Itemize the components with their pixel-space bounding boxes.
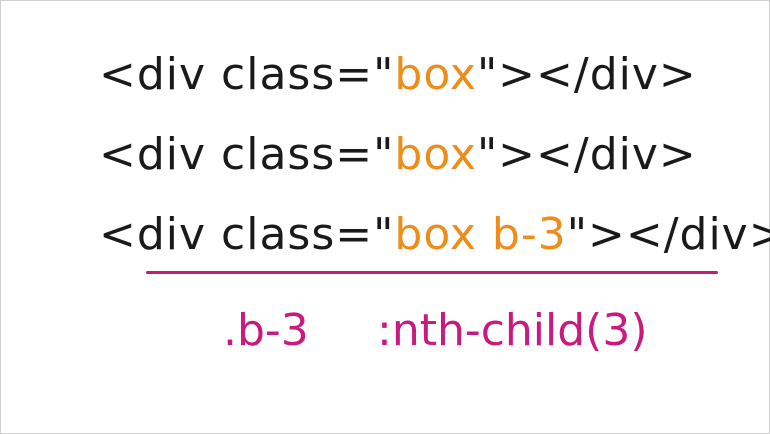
class-selector-text: .b-3 [223, 305, 309, 356]
html-line-3-class: box b-3 [394, 209, 567, 260]
divider-underline [146, 271, 718, 274]
html-line-2: <div class="box"></div> [99, 133, 697, 177]
html-line-2-class: box [394, 129, 477, 180]
html-line-2-open: <div class=" [99, 129, 395, 180]
html-line-3-open: <div class=" [99, 209, 395, 260]
whiteboard-slide: <div class="box"></div> <div class="box"… [0, 0, 770, 434]
html-line-1-close: "></div> [476, 49, 697, 100]
html-line-1-open: <div class=" [99, 49, 395, 100]
html-line-3: <div class="box b-3"></div> [99, 213, 770, 257]
nth-child-selector-text: :nth-child(3) [377, 305, 648, 356]
html-line-1: <div class="box"></div> [99, 53, 697, 97]
html-line-2-close: "></div> [476, 129, 697, 180]
html-line-1-class: box [394, 49, 477, 100]
html-line-3-close: "></div> [566, 209, 770, 260]
